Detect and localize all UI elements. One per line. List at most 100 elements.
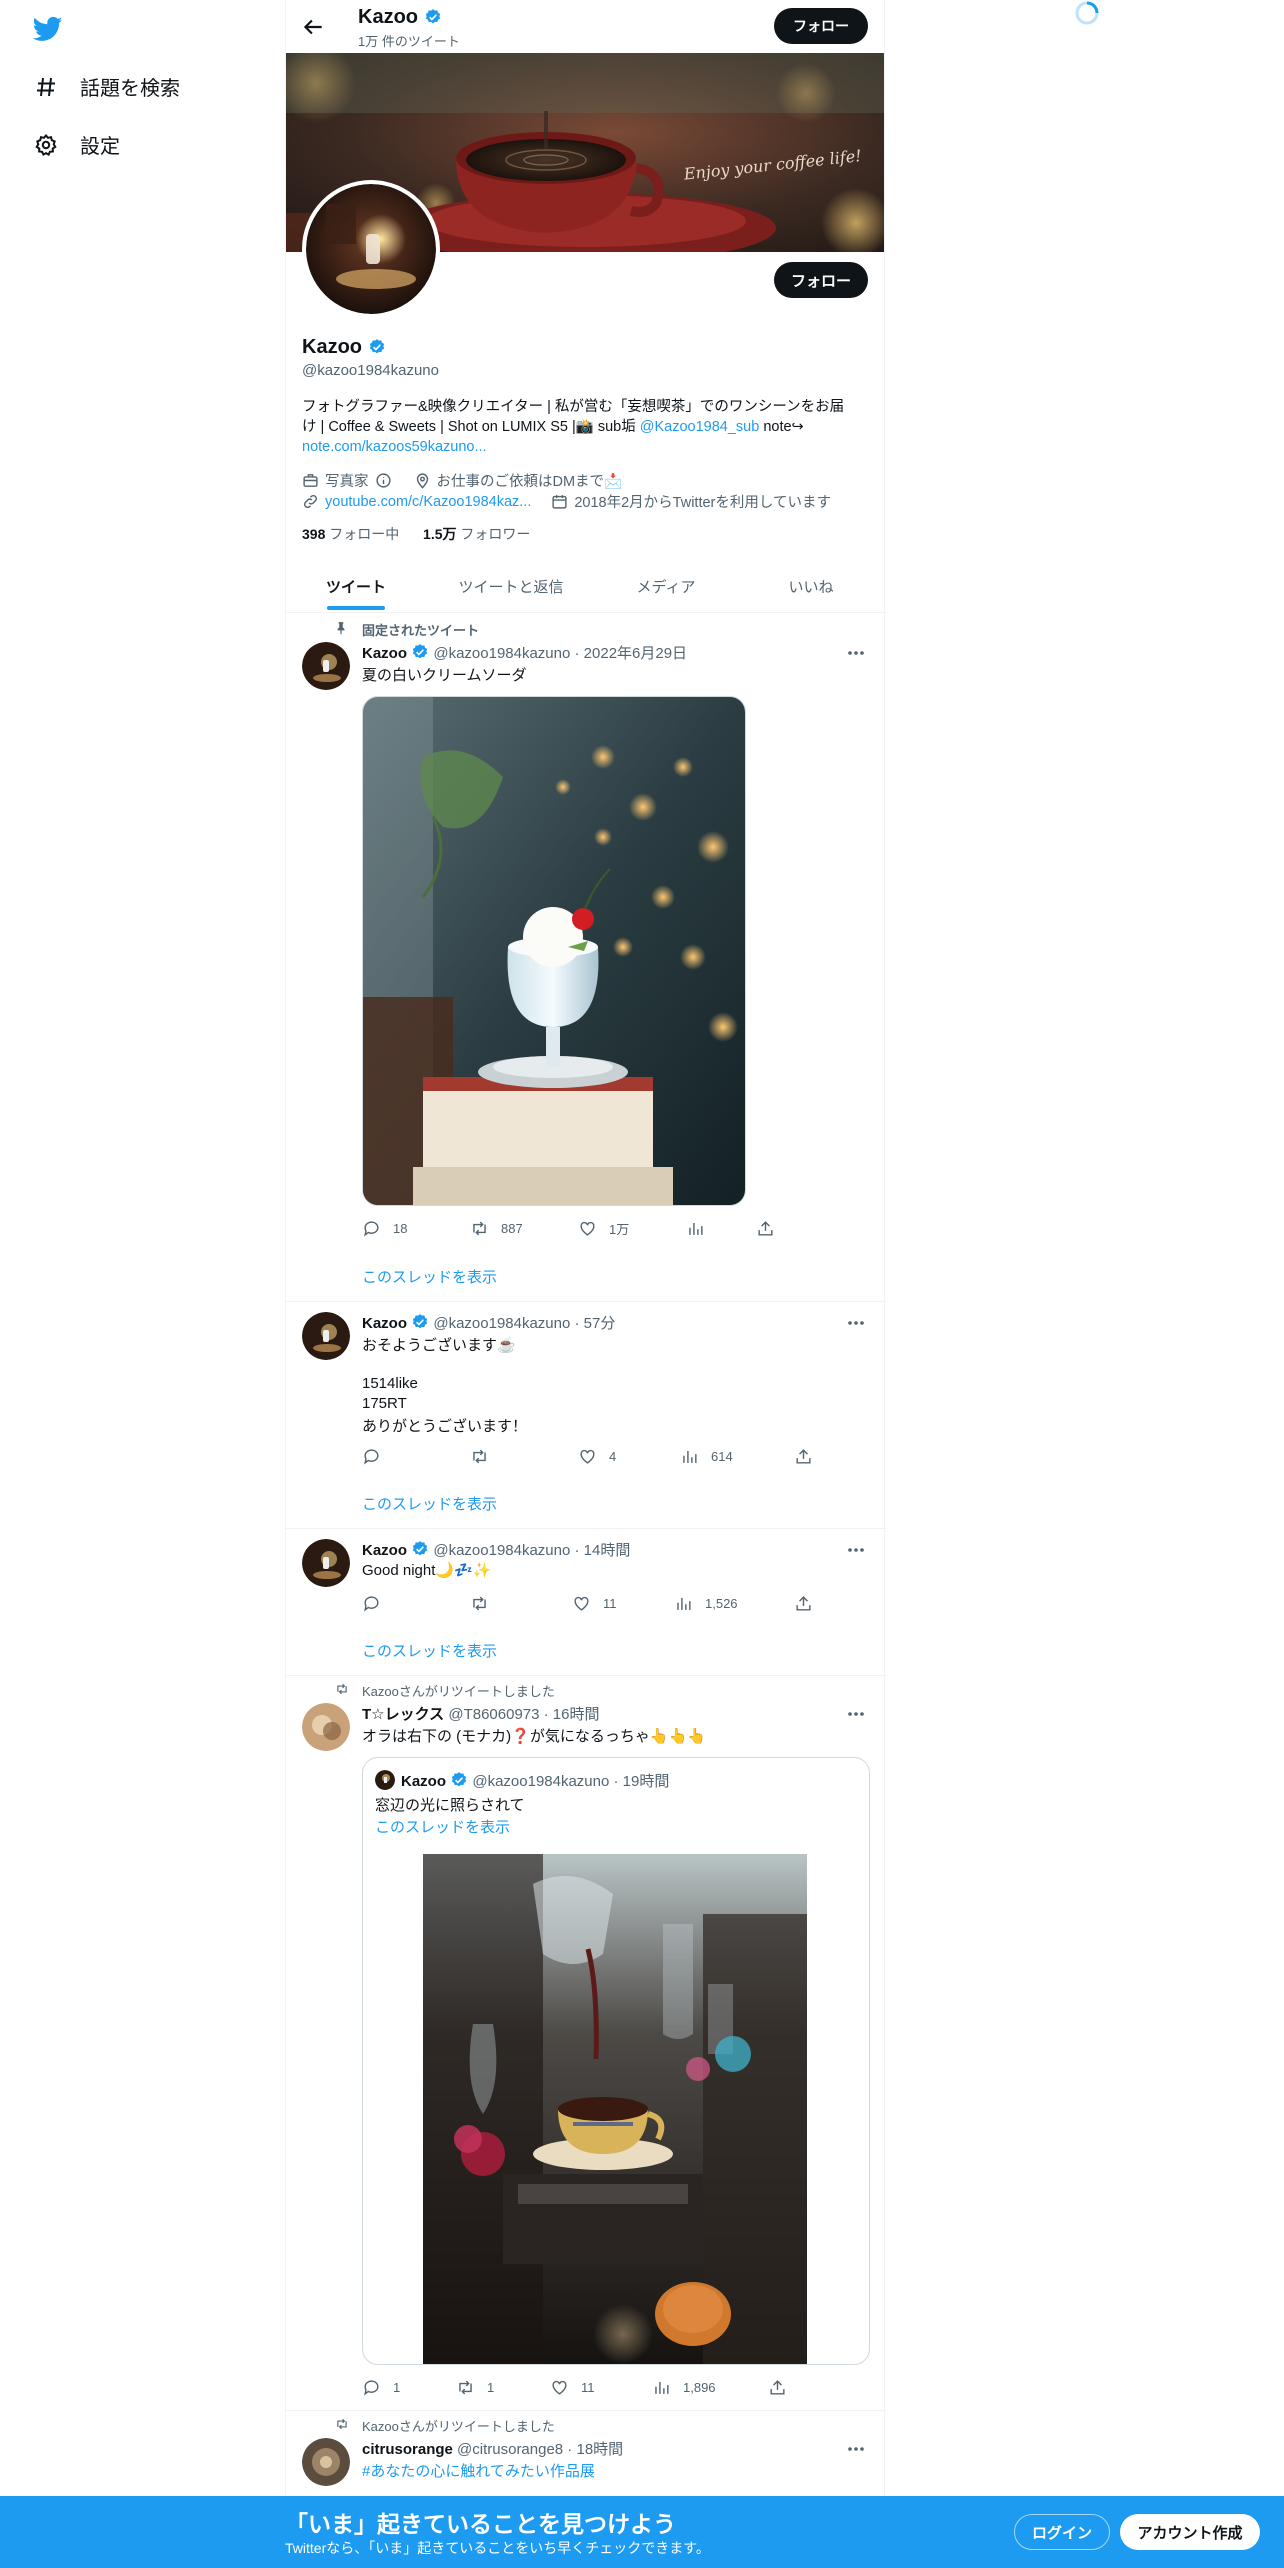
pin-icon	[334, 621, 348, 635]
avatar[interactable]	[302, 1703, 350, 1751]
reply-button[interactable]: 1	[362, 2378, 456, 2397]
retweeted-by-label[interactable]: Kazooさんがリツイートしました	[362, 2416, 555, 2435]
header-follow-button[interactable]: フォロー	[774, 8, 868, 44]
view-count: 1,526	[705, 1596, 738, 1611]
avatar[interactable]	[302, 2438, 350, 2486]
share-icon	[758, 1221, 773, 1236]
more-options-icon[interactable]	[846, 2441, 866, 2457]
like-count: 1万	[609, 1222, 630, 1237]
profile-avatar[interactable]	[302, 180, 440, 318]
signup-button[interactable]: アカウント作成	[1120, 2514, 1260, 2550]
retweet-button[interactable]: 1	[456, 2378, 550, 2397]
share-button[interactable]	[768, 2378, 808, 2397]
retweet-button[interactable]	[470, 1447, 578, 1466]
profile-follow-button[interactable]: フォロー	[774, 262, 868, 298]
tab-media[interactable]: メディア	[596, 560, 736, 612]
divider	[286, 1675, 886, 1676]
views-chart-icon	[677, 1597, 691, 1610]
heart-icon	[580, 1449, 595, 1464]
tweet-author-name[interactable]: T☆レックス	[362, 1706, 444, 1723]
following-count: 398	[302, 526, 326, 542]
hashtag-link[interactable]: #あなたの心に触れてみたい作品展	[362, 2460, 595, 2481]
retweet-button[interactable]: 887	[470, 1219, 578, 1238]
quote-photo-coffee-pour[interactable]	[423, 1854, 807, 2364]
quote-header: Kazoo @kazoo1984kazuno · 19時間	[401, 1770, 669, 1791]
twitter-logo-icon[interactable]	[32, 14, 64, 44]
like-button[interactable]: 4	[578, 1447, 680, 1466]
profile-joined: 2018年2月からTwitterを利用しています	[574, 495, 831, 511]
reply-button[interactable]	[362, 1594, 470, 1613]
show-thread-link[interactable]: このスレッドを表示	[362, 1640, 497, 1661]
share-button[interactable]	[794, 1447, 834, 1466]
tab-label: ツイートと返信	[458, 578, 564, 596]
retweeted-by-label[interactable]: Kazooさんがリツイートしました	[362, 1681, 555, 1700]
more-options-icon[interactable]	[846, 1315, 866, 1331]
bio-note-link[interactable]: note.com/kazoos59kazuno...	[302, 437, 872, 457]
profile-handle: @kazoo1984kazuno	[302, 362, 439, 379]
more-options-icon[interactable]	[846, 1542, 866, 1558]
reply-button[interactable]: 18	[362, 1219, 470, 1238]
share-icon	[796, 1449, 811, 1464]
tweet-author-name[interactable]: Kazoo	[362, 1315, 407, 1332]
tweet-text: Good night🌙💤✨	[362, 1562, 492, 1579]
bio-mention-link[interactable]: @Kazoo1984_sub	[640, 419, 760, 435]
link-icon	[303, 494, 318, 509]
tab-tweets[interactable]: ツイート	[286, 560, 426, 612]
more-options-icon[interactable]	[846, 645, 866, 661]
retweet-button[interactable]	[470, 1594, 572, 1613]
share-icon	[770, 2380, 785, 2395]
reply-button[interactable]	[362, 1447, 470, 1466]
header-name: Kazoo	[358, 6, 418, 28]
show-thread-link[interactable]: このスレッドを表示	[362, 1493, 497, 1514]
reply-icon	[364, 1596, 379, 1612]
tweet-photo-cream-soda[interactable]	[362, 696, 746, 1206]
sidebar-item-settings[interactable]: 設定	[34, 130, 120, 159]
tweet-author-name[interactable]: Kazoo	[362, 645, 407, 662]
retweet-count: 887	[501, 1221, 523, 1236]
like-count: 4	[609, 1449, 617, 1464]
bottom-bar-subtitle: Twitterなら、「いま」起きていることをいち早くチェックできます。	[285, 2540, 710, 2556]
like-button[interactable]: 11	[550, 2378, 652, 2397]
heart-icon	[580, 1221, 595, 1236]
sidebar-item-explore[interactable]: 話題を検索	[34, 72, 180, 101]
tweet-author-name[interactable]: citrusorange	[362, 2441, 453, 2458]
views-button[interactable]: 1,896	[652, 2378, 768, 2397]
views-button[interactable]	[686, 1219, 756, 1238]
following-link[interactable]: 398 フォロー中	[302, 526, 399, 542]
show-thread-link[interactable]: このスレッドを表示	[362, 1266, 497, 1287]
retweet-icon	[473, 1221, 486, 1236]
quoted-tweet-card[interactable]: Kazoo @kazoo1984kazuno · 19時間 窓辺の光に照らされて…	[362, 1757, 870, 2365]
like-count: 11	[581, 2380, 595, 2395]
like-button[interactable]: 1万	[578, 1219, 686, 1238]
retweet-icon	[473, 1449, 486, 1464]
tab-tweets-and-replies[interactable]: ツイートと返信	[426, 560, 596, 612]
avatar[interactable]	[302, 642, 350, 690]
avatar[interactable]	[302, 1539, 350, 1587]
show-thread-link[interactable]: このスレッドを表示	[375, 1816, 510, 1837]
views-button[interactable]: 1,526	[674, 1594, 794, 1613]
followers-link[interactable]: 1.5万 フォロワー	[423, 526, 530, 542]
tab-likes[interactable]: いいね	[736, 560, 886, 612]
followers-count: 1.5万	[423, 526, 457, 542]
login-button[interactable]: ログイン	[1014, 2514, 1110, 2550]
active-tab-indicator	[327, 606, 385, 610]
tweet-author-name[interactable]: Kazoo	[362, 1542, 407, 1559]
retweet-icon	[334, 2417, 350, 2431]
avatar[interactable]	[302, 1312, 350, 1360]
quote-meta: @kazoo1984kazuno · 19時間	[472, 1773, 670, 1790]
views-chart-icon	[689, 1222, 703, 1235]
info-icon[interactable]	[375, 472, 392, 489]
views-button[interactable]: 614	[680, 1447, 794, 1466]
profile-website-link[interactable]: youtube.com/c/Kazoo1984kaz...	[325, 494, 531, 510]
quote-text: 窓辺の光に照らされて	[375, 1797, 525, 1814]
more-options-icon[interactable]	[846, 1706, 866, 1722]
profile-follow-stats: 398 フォロー中 1.5万 フォロワー	[302, 524, 530, 544]
share-button[interactable]	[794, 1594, 834, 1613]
retweet-icon	[334, 1682, 350, 1696]
profile-column: Kazoo 1万 件のツイート フォロー Enjoy your coffee l…	[285, 0, 886, 2568]
like-button[interactable]: 11	[572, 1594, 674, 1613]
divider	[286, 612, 886, 613]
hashtag-icon	[34, 75, 58, 99]
share-button[interactable]	[756, 1219, 796, 1238]
back-arrow-icon[interactable]	[300, 14, 326, 40]
